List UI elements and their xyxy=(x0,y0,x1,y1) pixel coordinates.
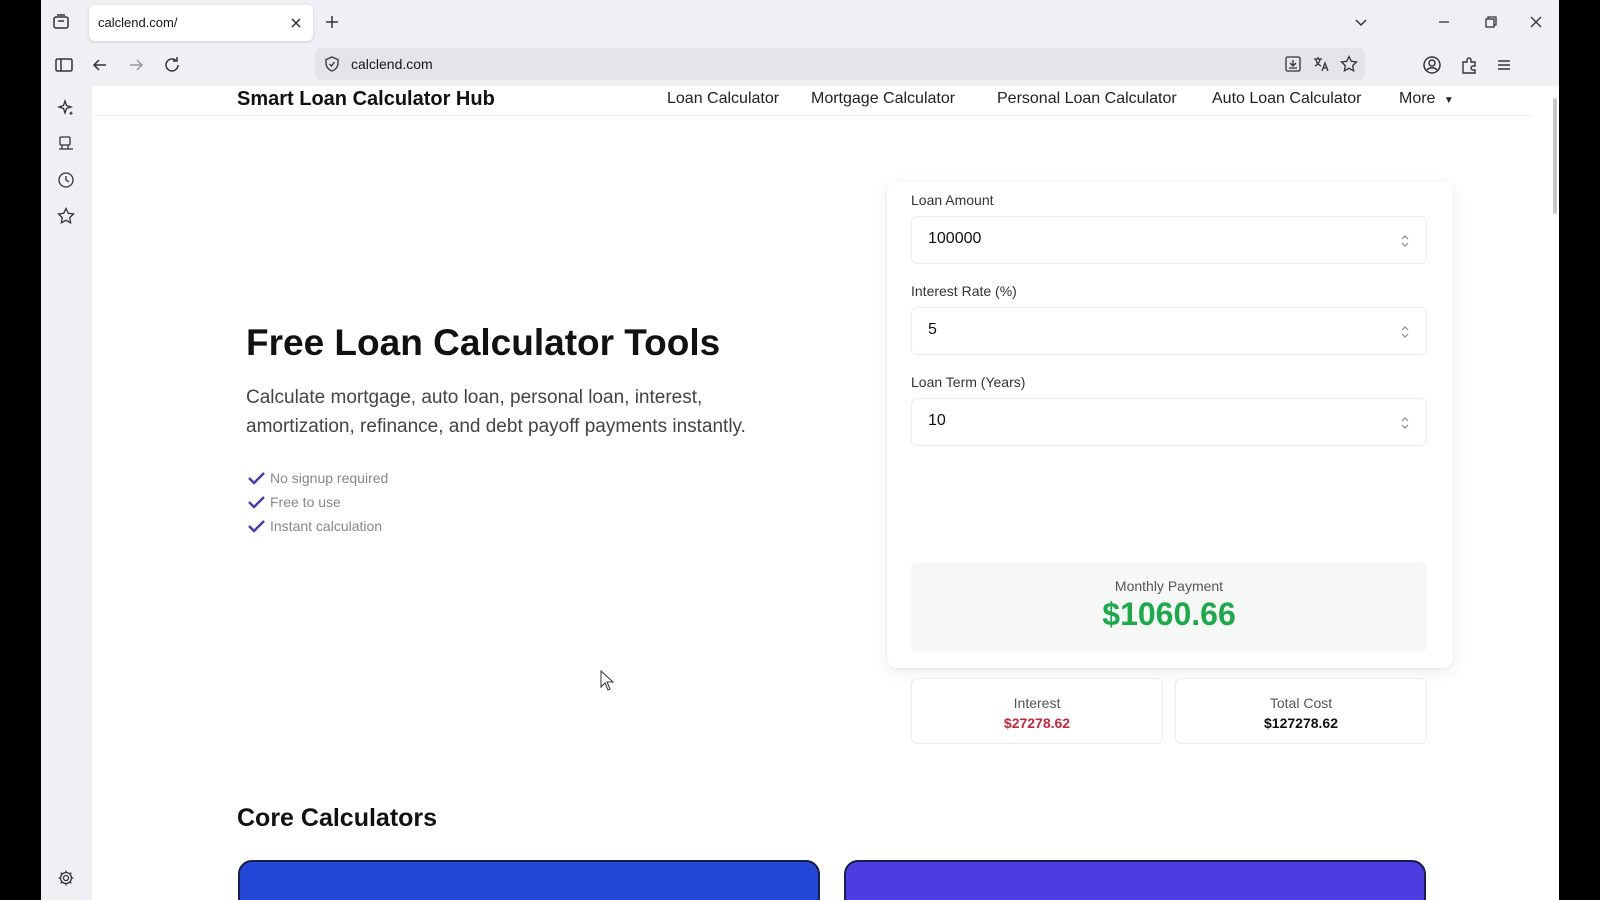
chevron-down-icon[interactable] xyxy=(1351,12,1371,32)
loan-calculator-card: Loan Amount Interest Rate (%) Loan Term … xyxy=(887,182,1453,744)
browser-window: calclend.com/ calclend.com Smart Loan Ca… xyxy=(41,0,1559,900)
tab-strip: calclend.com/ xyxy=(41,0,1559,44)
nav-more-label: More xyxy=(1399,90,1436,107)
monthly-payment-box: Monthly Payment $1060.66 xyxy=(911,562,1427,652)
feature-item: No signup required xyxy=(246,466,388,490)
reload-icon[interactable] xyxy=(161,54,183,76)
history-clock-icon[interactable] xyxy=(56,170,76,190)
back-arrow-icon[interactable] xyxy=(89,54,111,76)
download-page-icon[interactable] xyxy=(1283,54,1303,74)
forward-arrow-icon[interactable] xyxy=(125,54,147,76)
nav-loan-calculator[interactable]: Loan Calculator xyxy=(667,90,779,108)
synced-tabs-icon[interactable] xyxy=(56,134,76,154)
ai-sparkle-icon[interactable] xyxy=(56,98,76,118)
extensions-icon[interactable] xyxy=(1458,54,1480,76)
feature-label: No signup required xyxy=(270,470,389,486)
monthly-payment-label: Monthly Payment xyxy=(1114,578,1224,594)
browser-sidebar xyxy=(41,86,91,900)
monthly-payment-value: $1060.66 xyxy=(1102,596,1236,632)
interest-value: $27278.62 xyxy=(1003,715,1071,731)
settings-gear-icon[interactable] xyxy=(56,868,76,888)
nav-mortgage-calculator[interactable]: Mortgage Calculator xyxy=(811,90,955,108)
loan-amount-label: Loan Amount xyxy=(911,192,994,208)
web-page: Smart Loan Calculator Hub Loan Calculato… xyxy=(92,86,1559,900)
site-header: Smart Loan Calculator Hub Loan Calculato… xyxy=(92,86,1532,116)
interest-rate-field[interactable] xyxy=(911,307,1427,355)
tab-overview-icon[interactable] xyxy=(51,12,71,32)
nav-personal-loan-calculator[interactable]: Personal Loan Calculator xyxy=(997,90,1177,108)
spinner-icon[interactable] xyxy=(1398,232,1412,250)
menu-icon[interactable] xyxy=(1493,54,1515,76)
tab-active[interactable]: calclend.com/ xyxy=(89,5,313,41)
loan-term-label: Loan Term (Years) xyxy=(911,374,1026,390)
site-brand[interactable]: Smart Loan Calculator Hub xyxy=(237,88,495,111)
interest-rate-input[interactable] xyxy=(928,321,1368,339)
window-close-icon[interactable] xyxy=(1526,12,1546,32)
account-icon[interactable] xyxy=(1421,54,1443,76)
loan-amount-field[interactable] xyxy=(911,216,1427,264)
total-cost-value: $127278.62 xyxy=(1264,715,1338,731)
nav-auto-loan-calculator[interactable]: Auto Loan Calculator xyxy=(1212,90,1361,108)
calculator-card[interactable] xyxy=(844,860,1426,900)
restore-icon[interactable] xyxy=(1481,12,1501,32)
hero-title: Free Loan Calculator Tools xyxy=(246,322,721,363)
caret-down-icon: ▼ xyxy=(1443,95,1454,106)
loan-term-input[interactable] xyxy=(928,412,1368,430)
bookmark-star-icon[interactable] xyxy=(1339,54,1359,74)
loan-term-field[interactable] xyxy=(911,398,1427,446)
checkmark-icon xyxy=(248,496,265,509)
feature-item: Free to use xyxy=(246,490,388,514)
shield-icon[interactable] xyxy=(323,55,341,73)
spinner-icon[interactable] xyxy=(1398,414,1412,432)
page-scrollbar[interactable] xyxy=(1553,98,1557,214)
bookmarks-star-icon[interactable] xyxy=(56,206,76,226)
nav-more-dropdown[interactable]: More ▼ xyxy=(1399,90,1454,108)
checkmark-icon xyxy=(248,472,265,485)
checkmark-icon xyxy=(248,520,265,533)
hero-subtitle: Calculate mortgage, auto loan, personal … xyxy=(246,387,746,437)
feature-label: Free to use xyxy=(270,494,341,510)
total-cost-box: Total Cost $127278.62 xyxy=(1175,678,1427,744)
interest-rate-label: Interest Rate (%) xyxy=(911,283,1017,299)
loan-amount-input[interactable] xyxy=(928,230,1368,248)
total-cost-label: Total Cost xyxy=(1269,695,1333,711)
new-tab-icon[interactable] xyxy=(322,12,342,32)
spinner-icon[interactable] xyxy=(1398,323,1412,341)
tab-title: calclend.com/ xyxy=(98,15,178,30)
calculator-card[interactable] xyxy=(238,860,820,900)
nav-bar: calclend.com xyxy=(41,44,1559,86)
minimize-icon[interactable] xyxy=(1434,12,1454,32)
mouse-cursor-icon xyxy=(600,670,615,691)
feature-list: No signup required Free to use Instant c… xyxy=(246,466,388,538)
close-icon[interactable] xyxy=(287,14,305,32)
interest-box: Interest $27278.62 xyxy=(911,678,1163,744)
feature-label: Instant calculation xyxy=(270,518,383,534)
url-text: calclend.com xyxy=(351,56,433,72)
interest-label: Interest xyxy=(1013,695,1061,711)
core-calculators-title: Core Calculators xyxy=(237,804,438,832)
translate-icon[interactable] xyxy=(1311,54,1331,74)
sidebar-toggle-icon[interactable] xyxy=(53,54,75,76)
feature-item: Instant calculation xyxy=(246,514,388,538)
address-bar[interactable]: calclend.com xyxy=(315,48,1365,80)
